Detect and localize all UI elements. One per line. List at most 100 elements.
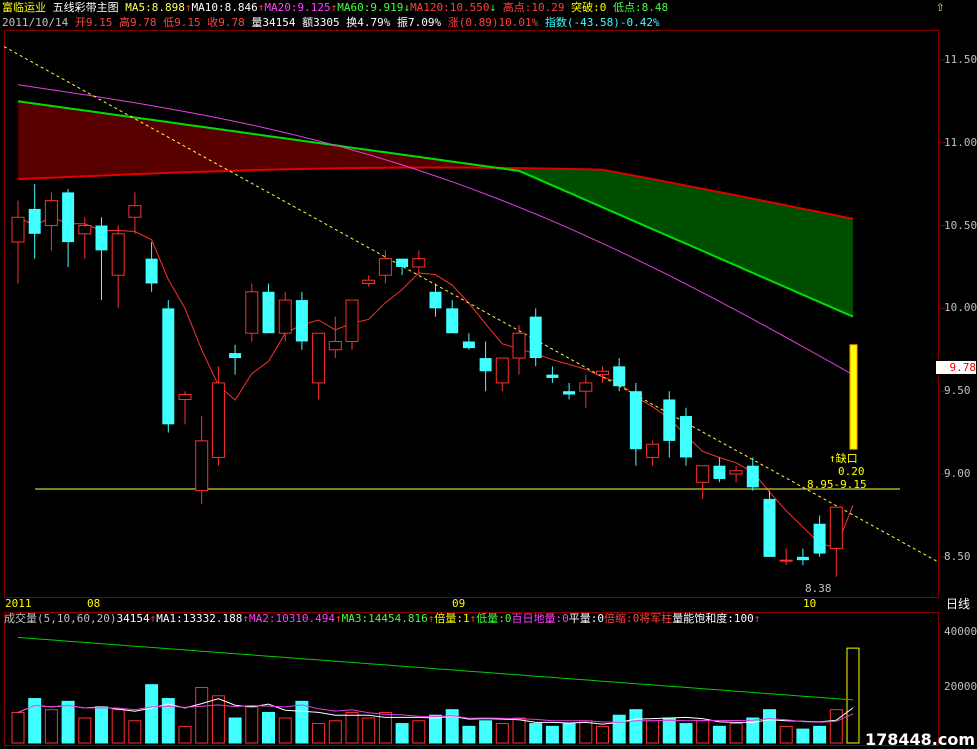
- volume-bar: [145, 684, 159, 744]
- price-tick-label: 9.00: [944, 467, 971, 481]
- gap-label: ↑缺口: [829, 452, 858, 465]
- candle-body: [111, 233, 125, 276]
- volume-bar: [362, 717, 376, 744]
- candle-body: [278, 299, 292, 334]
- candle-body: [479, 358, 492, 372]
- price-volume-chart[interactable]: [0, 0, 977, 749]
- volume-bar: [529, 723, 543, 744]
- volume-bar: [829, 709, 843, 744]
- candle-body: [195, 440, 209, 492]
- candle-body: [546, 374, 559, 378]
- volume-bar: [178, 725, 192, 744]
- volume-indicator-1: 34154: [116, 612, 150, 625]
- volume-bar: [646, 720, 660, 744]
- ma5-line: [17, 216, 854, 549]
- candle-body: [11, 216, 25, 243]
- candle-body: [295, 300, 308, 342]
- candle-body: [362, 279, 376, 285]
- volume-bar: [11, 711, 25, 744]
- candle-body: [262, 291, 275, 334]
- candle-body: [746, 465, 759, 488]
- volume-bar: [195, 686, 209, 744]
- low-mark: 8.38: [805, 582, 832, 595]
- candle-body: [312, 332, 326, 384]
- candle-body: [779, 559, 793, 562]
- volume-bar: [596, 725, 609, 744]
- current-price-tag: 9.78: [936, 361, 976, 374]
- volume-indicator-5: MA2:10310.494: [248, 612, 336, 625]
- candle-body: [95, 225, 108, 251]
- price-tick-label: 11.50: [944, 52, 977, 66]
- candle-body: [729, 470, 743, 475]
- volume-tick-label: 20000: [944, 680, 977, 694]
- candle-body: [328, 340, 342, 351]
- candle-body: [28, 208, 41, 234]
- volume-bar: [111, 709, 125, 744]
- candle-body: [44, 200, 58, 227]
- volume-indicator-14: 倍缩:0: [604, 612, 640, 625]
- price-tick-label: 10.50: [944, 218, 977, 232]
- candle-body: [178, 394, 192, 400]
- period-button[interactable]: 日线: [946, 598, 970, 610]
- volume-indicator-7: MA3:14454.816: [341, 612, 428, 625]
- candle-body: [512, 332, 526, 359]
- volume-bar: [462, 725, 476, 744]
- gap-range: 8.95-9.15: [807, 478, 867, 491]
- volume-indicator-11: 低量:0: [476, 612, 512, 625]
- candle-body: [429, 291, 442, 309]
- candle-body: [629, 391, 642, 450]
- volume-bar: [245, 706, 259, 744]
- month-label-09: 09: [452, 597, 466, 610]
- volume-bar: [579, 720, 593, 744]
- candle-body: [345, 299, 359, 342]
- volume-bar: [562, 723, 576, 744]
- volume-bar: [763, 709, 776, 744]
- month-label-08: 08: [87, 597, 101, 610]
- volume-bar: [262, 711, 275, 744]
- volume-indicator-line: 成交量(5,10,60,20)34154↑MA1:13332.188↑MA2:1…: [4, 611, 760, 627]
- price-tick-label: 8.50: [944, 549, 971, 563]
- candle-body: [378, 258, 392, 276]
- candle-body: [763, 498, 776, 557]
- volume-indicator-13: 平量:0: [568, 612, 605, 625]
- volume-indicator-3: MA1:13332.188: [156, 612, 243, 625]
- volume-bar: [211, 695, 225, 744]
- watermark: 178448.com: [864, 730, 975, 749]
- candle-body: [596, 370, 609, 376]
- volume-bar: [312, 723, 326, 744]
- volume-bar: [78, 717, 92, 744]
- volume-bar: [512, 717, 526, 744]
- volume-bar: [412, 720, 426, 744]
- volume-indicator-16: 量能饱和度:100: [672, 612, 754, 625]
- volume-bar: [779, 725, 793, 744]
- volume-bar: [61, 700, 75, 744]
- candle-body: [646, 443, 660, 458]
- candle-body: [529, 316, 542, 359]
- candle-body: [396, 258, 409, 267]
- candle-body: [229, 353, 242, 359]
- volume-bar: [796, 728, 810, 744]
- candle-body: [211, 382, 225, 458]
- volume-bar: [545, 725, 559, 744]
- month-label-2011: 2011: [5, 597, 32, 610]
- volume-bar: [345, 711, 359, 744]
- volume-ma60-line: [17, 636, 854, 701]
- candle-body: [412, 258, 426, 268]
- candle-body: [796, 556, 809, 561]
- candle-body: [62, 192, 75, 243]
- volume-indicator-6: ↑: [335, 612, 342, 625]
- volume-bar: [629, 709, 643, 744]
- volume-bar: [846, 647, 860, 744]
- volume-bar: [679, 723, 693, 744]
- price-tick-label: 10.00: [944, 301, 977, 315]
- candle-body: [495, 357, 509, 384]
- candle-body: [613, 366, 626, 387]
- volume-indicator-0: 成交量(5,10,60,20): [4, 612, 117, 625]
- candle-body: [128, 205, 142, 218]
- candle-body: [813, 523, 826, 554]
- volume-bar: [278, 717, 292, 744]
- volume-indicator-4: ↑: [242, 612, 249, 625]
- volume-bar: [813, 725, 827, 744]
- price-tick-label: 11.00: [944, 135, 977, 149]
- volume-bar: [395, 723, 409, 744]
